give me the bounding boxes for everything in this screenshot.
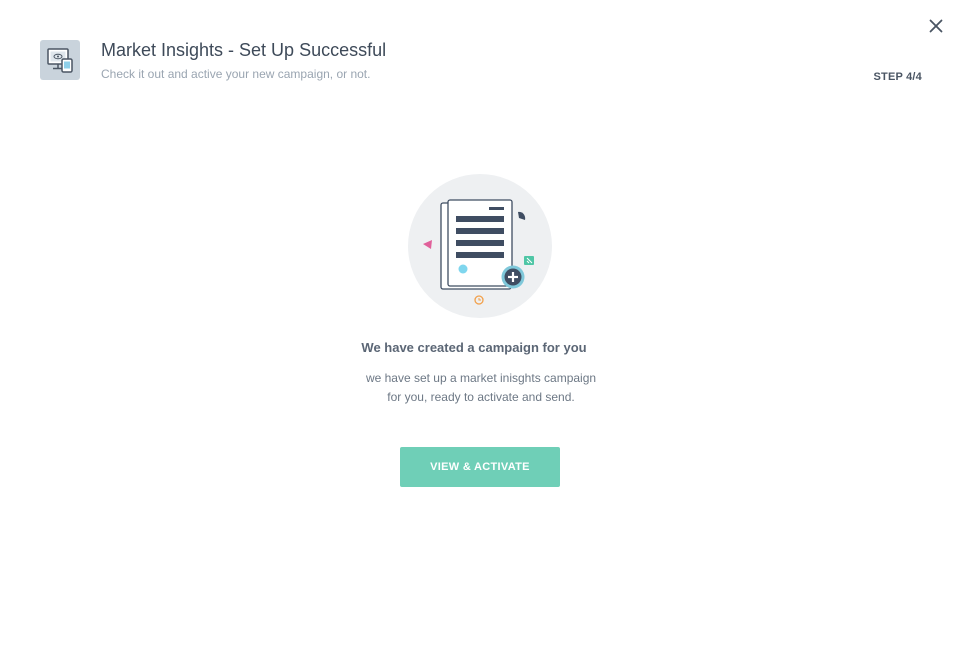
success-description: we have set up a market inisghts campaig…: [0, 369, 960, 407]
campaign-document-icon: [408, 174, 552, 318]
page-subtitle: Check it out and active your new campaig…: [101, 67, 371, 81]
description-line: for you, ready to activate and send.: [387, 390, 575, 404]
setup-modal: Market Insights - Set Up Successful Chec…: [0, 0, 960, 660]
device-monitor-icon: [40, 40, 80, 80]
step-indicator: STEP 4/4: [873, 71, 922, 83]
campaign-illustration: [408, 174, 552, 318]
page-title: Market Insights - Set Up Successful: [101, 40, 387, 60]
view-activate-button[interactable]: VIEW & ACTIVATE: [400, 447, 560, 487]
close-icon: [929, 19, 943, 33]
close-button[interactable]: [926, 16, 946, 36]
description-line: we have set up a market inisghts campaig…: [365, 371, 597, 385]
success-heading: We have created a campaign for you: [361, 340, 587, 355]
